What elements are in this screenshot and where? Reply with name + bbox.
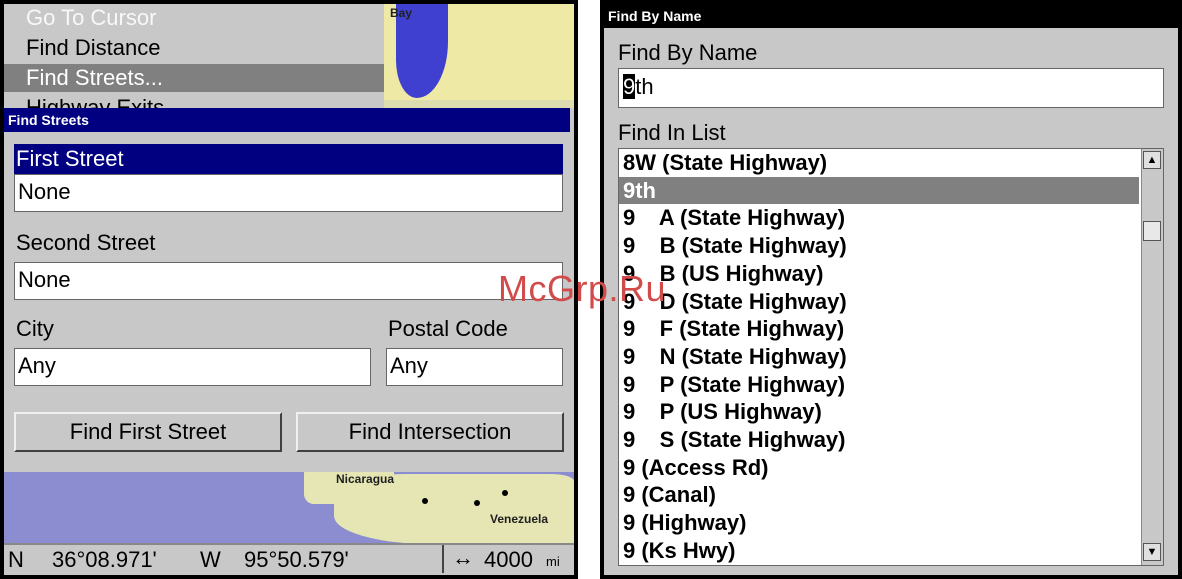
first-street-label: First Street: [14, 144, 563, 174]
scroll-up-icon[interactable]: ▲: [1143, 151, 1161, 169]
name-search-input[interactable]: 9th: [618, 68, 1164, 108]
find-by-name-dialog: Find By Name Find By Name 9th Find In Li…: [604, 4, 1178, 575]
watermark: McGrp.Ru: [498, 268, 667, 309]
find-in-list-heading: Find In List: [618, 120, 726, 145]
map-label-venezuela: Venezuela: [490, 512, 549, 526]
longitude-hemisphere: W: [200, 547, 221, 572]
find-first-street-button[interactable]: Find First Street: [14, 412, 282, 452]
map-city-dot: [502, 490, 508, 496]
first-street-field[interactable]: None: [14, 174, 563, 212]
city-field[interactable]: Any: [14, 348, 371, 386]
scale-value: 4000: [484, 547, 533, 572]
list-item[interactable]: 9 P (State Highway): [619, 371, 1139, 398]
second-street-field[interactable]: None: [14, 262, 563, 300]
scroll-down-icon[interactable]: ▼: [1143, 543, 1161, 561]
postal-code-field[interactable]: Any: [386, 348, 563, 386]
dialog-title: Find Streets: [4, 108, 570, 132]
map-label-bay: Bay: [390, 6, 413, 20]
list-item[interactable]: 8W (State Highway): [619, 149, 1139, 176]
list-item[interactable]: 9 (Highway): [619, 509, 1139, 536]
zoom-scale: ↔ 4000 mi: [442, 545, 572, 573]
city-label: City: [16, 316, 54, 341]
menu-item-find-streets[interactable]: Find Streets...: [4, 64, 384, 92]
list-item[interactable]: 9 A (State Highway): [619, 204, 1139, 231]
latitude-value: 36°08.971': [52, 547, 157, 572]
list-item[interactable]: 9 B (State Highway): [619, 232, 1139, 259]
list-item-selected[interactable]: 9th: [619, 177, 1139, 204]
menu-item-find-distance[interactable]: Find Distance: [4, 34, 384, 62]
scroll-thumb[interactable]: [1143, 221, 1161, 241]
menu-item-highway-exits[interactable]: Highway Exits: [4, 94, 384, 108]
latitude-hemisphere: N: [8, 547, 24, 572]
text-cursor: 9: [623, 74, 636, 99]
search-text: th: [635, 74, 654, 99]
map-city-dot: [474, 500, 480, 506]
map-city-dot: [422, 498, 428, 504]
map-label-nicaragua: Nicaragua: [336, 472, 395, 486]
postal-code-label: Postal Code: [388, 316, 508, 341]
list-item[interactable]: 9 S (State Highway): [619, 426, 1139, 453]
find-by-name-screen: Find By Name Find By Name 9th Find In Li…: [600, 0, 1182, 579]
find-streets-dialog: Find Streets First Street None Second St…: [4, 108, 574, 472]
scale-arrows-icon: ↔: [452, 545, 474, 570]
list-item[interactable]: 9 B (US Highway): [619, 260, 1139, 287]
second-street-label: Second Street: [16, 230, 156, 255]
status-bar: N 36°08.971' W 95°50.579' ↔ 4000 mi: [4, 543, 574, 575]
list-item[interactable]: 9 (Access Rd): [619, 454, 1139, 481]
list-item[interactable]: 9 F (State Highway): [619, 315, 1139, 342]
list-item[interactable]: 9 N (State Highway): [619, 343, 1139, 370]
list-item[interactable]: 9 (Ks Hwy): [619, 537, 1139, 564]
list-item[interactable]: 9 D (State Highway): [619, 288, 1139, 315]
find-by-name-heading: Find By Name: [618, 40, 758, 65]
list-item[interactable]: 9 (Canal): [619, 481, 1139, 508]
scale-unit: mi: [546, 554, 560, 569]
results-list: 8W (State Highway) 9th 9 A (State Highwa…: [618, 148, 1164, 566]
list-scrollbar[interactable]: ▲ ▼: [1141, 149, 1163, 565]
window-title: Find By Name: [604, 4, 1178, 28]
longitude-value: 95°50.579': [244, 547, 349, 572]
find-menu: Go To Cursor Find Distance Find Streets.…: [4, 4, 384, 108]
find-intersection-button[interactable]: Find Intersection: [296, 412, 564, 452]
find-streets-screen: Bay Nicaragua Venezuela Go To Cursor Fin…: [0, 0, 578, 579]
list-item[interactable]: 9 P (US Highway): [619, 398, 1139, 425]
menu-item-go-to-cursor[interactable]: Go To Cursor: [4, 4, 384, 32]
